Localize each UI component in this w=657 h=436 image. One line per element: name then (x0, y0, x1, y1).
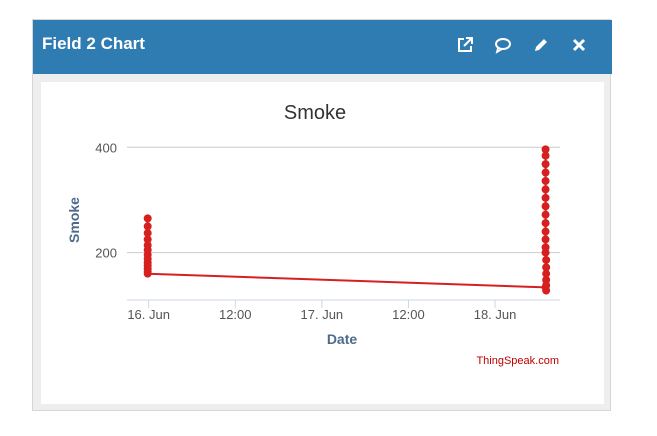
y-tick-label: 200 (95, 246, 117, 261)
data-point[interactable] (541, 185, 550, 194)
data-point[interactable] (542, 263, 551, 272)
comment-icon[interactable] (492, 34, 514, 56)
widget-toolbar (454, 34, 590, 56)
chart-title: Smoke (284, 102, 346, 124)
data-point[interactable] (541, 210, 550, 219)
data-point[interactable] (541, 227, 550, 236)
close-icon[interactable] (568, 34, 590, 56)
widget-header: Field 2 Chart (33, 20, 612, 74)
data-point[interactable] (541, 176, 550, 185)
data-point[interactable] (541, 235, 550, 244)
y-tick-label: 400 (95, 140, 117, 155)
data-point[interactable] (143, 222, 152, 231)
x-tick-label: 17. Jun (301, 307, 344, 322)
data-point[interactable] (542, 255, 551, 264)
chart-credit[interactable]: ThingSpeak.com (476, 355, 559, 367)
x-axis-label: Date (327, 331, 358, 347)
widget-title: Field 2 Chart (42, 34, 145, 53)
data-point[interactable] (541, 160, 550, 169)
line-chart: 200 400 16. Jun 12:00 17. Jun 12:00 18. Jun Sm… (66, 102, 560, 367)
chart-panel: 200 400 16. Jun 12:00 17. Jun 12:00 18. Jun Sm… (41, 82, 604, 404)
external-link-icon[interactable] (454, 34, 476, 56)
pencil-icon[interactable] (530, 34, 552, 56)
y-axis-label: Smoke (66, 197, 82, 243)
data-point[interactable] (541, 202, 550, 211)
data-point[interactable] (541, 145, 550, 154)
data-point[interactable] (541, 243, 550, 252)
x-tick-label: 16. Jun (127, 307, 170, 322)
data-point[interactable] (143, 214, 152, 223)
x-tick-label: 18. Jun (474, 307, 517, 322)
chart-widget: Field 2 Chart 200 400 16. Jun 12:00 17. … (32, 19, 612, 411)
x-tick-label: 12:00 (219, 307, 252, 322)
series-line (146, 149, 548, 292)
data-point[interactable] (541, 193, 550, 202)
x-tick-label: 12:00 (392, 307, 425, 322)
data-point[interactable] (541, 219, 550, 228)
data-point[interactable] (541, 168, 550, 177)
data-point[interactable] (143, 269, 152, 278)
